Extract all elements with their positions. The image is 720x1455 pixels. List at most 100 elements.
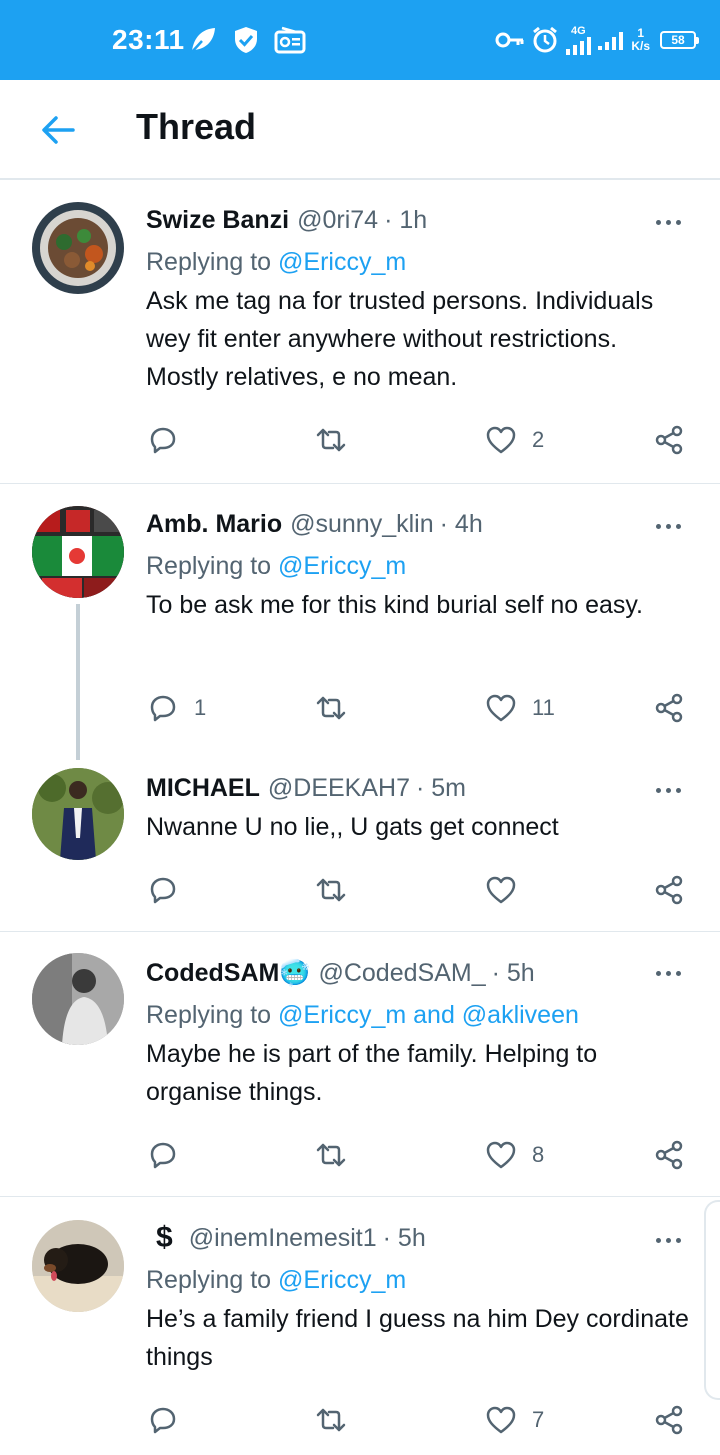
replying-to-label: Replying to: [146, 248, 272, 276]
retweet-button[interactable]: [314, 1135, 348, 1175]
author-handle[interactable]: @CodedSAM_: [318, 957, 485, 989]
author-name[interactable]: Amb. Mario: [146, 508, 282, 540]
share-button[interactable]: [652, 1135, 686, 1175]
scrollbar-handle[interactable]: [704, 1200, 720, 1400]
like-button[interactable]: 11: [484, 688, 555, 728]
vpn-key-icon: [495, 32, 524, 48]
share-icon: [655, 693, 683, 723]
replying-to-handle[interactable]: @Ericcy_m: [278, 1266, 406, 1294]
reply-count: 1: [194, 695, 207, 720]
share-button[interactable]: [652, 870, 686, 910]
like-icon: [486, 876, 516, 904]
shield-check-icon: [235, 27, 257, 53]
tweet-time: · 5h: [382, 1224, 426, 1252]
replying-to-handle[interactable]: @Ericcy_m: [278, 552, 406, 580]
reply-button[interactable]: 1: [146, 688, 206, 728]
like-button[interactable]: 7: [484, 1400, 544, 1440]
network-speed-unit: K/s: [631, 39, 650, 53]
status-bar: 23:11 4G 1 K/s 58: [0, 0, 720, 80]
tweet-time: · 4h: [439, 510, 483, 538]
retweet-button[interactable]: [314, 688, 348, 728]
like-count: 11: [532, 695, 555, 720]
share-button[interactable]: [652, 688, 686, 728]
avatar[interactable]: [32, 506, 124, 598]
reply-button[interactable]: [146, 870, 194, 910]
tweet-meta: CodedSAM 🥶 @CodedSAM_ · 5h: [146, 957, 690, 989]
tweet-actions: 2: [146, 420, 692, 460]
author-handle[interactable]: @inemInemesit1: [189, 1222, 377, 1254]
tweet[interactable]: CodedSAM 🥶 @CodedSAM_ · 5h Replying to @…: [0, 933, 720, 1197]
reply-icon: [150, 877, 176, 904]
tweet[interactable]: Swize Banzi @0ri74 · 1h Replying to @Eri…: [0, 182, 720, 484]
like-icon: [486, 426, 516, 454]
author-name[interactable]: CodedSAM: [146, 957, 279, 989]
like-icon: [486, 694, 516, 722]
replying-to: Replying to @Ericcy_m: [146, 1264, 690, 1296]
tweet-content: MICHAEL @DEEKAH7 · 5m Nwanne U no lie,, …: [146, 772, 690, 846]
avatar[interactable]: [32, 953, 124, 1045]
avatar[interactable]: [32, 202, 124, 294]
replying-to: Replying to @Ericcy_m: [146, 550, 690, 582]
retweet-button[interactable]: [314, 420, 348, 460]
like-button[interactable]: 8: [484, 1135, 544, 1175]
like-icon: [486, 1406, 516, 1434]
author-name[interactable]: $: [156, 1222, 173, 1254]
reply-button[interactable]: [146, 1135, 194, 1175]
replying-to: Replying to @Ericcy_m and @akliveen: [146, 999, 690, 1031]
retweet-icon: [316, 1143, 346, 1167]
network-speed: 1 K/s: [631, 27, 650, 53]
battery-level: 58: [671, 33, 685, 47]
signal-strength-icon: [566, 36, 592, 55]
replying-to-label: Replying to: [146, 1001, 272, 1029]
tweet-actions: 8: [146, 1135, 692, 1175]
tweet-meta: MICHAEL @DEEKAH7 · 5m: [146, 772, 690, 804]
replying-to-label: Replying to: [146, 1266, 272, 1294]
retweet-button[interactable]: [314, 870, 348, 910]
tweet-content: $ @inemInemesit1 · 5h Replying to @Ericc…: [146, 1222, 690, 1376]
reply-button[interactable]: [146, 420, 194, 460]
like-button[interactable]: 2: [484, 420, 544, 460]
tweet-time: · 5m: [415, 774, 466, 802]
author-handle[interactable]: @0ri74: [297, 204, 378, 236]
retweet-icon: [316, 696, 346, 720]
retweet-icon: [316, 1408, 346, 1432]
tweet[interactable]: MICHAEL @DEEKAH7 · 5m Nwanne U no lie,, …: [0, 752, 720, 932]
signal-strength-2-icon: [598, 32, 624, 50]
replying-to-handle[interactable]: @Ericcy_m: [278, 248, 406, 276]
author-emoji: 🥶: [279, 959, 311, 987]
avatar[interactable]: [32, 768, 124, 860]
notification-leaf-icon: [190, 28, 215, 54]
nigeria-flag-collage-image: [32, 506, 124, 598]
author-name[interactable]: Swize Banzi: [146, 204, 289, 236]
alarm-icon: [533, 26, 558, 53]
tweet[interactable]: Amb. Mario @sunny_klin · 4h Replying to …: [0, 486, 720, 752]
tweet-meta: Swize Banzi @0ri74 · 1h: [146, 204, 690, 236]
avatar[interactable]: [32, 1220, 124, 1312]
thread-header: Thread: [0, 80, 720, 180]
tweet-meta: Amb. Mario @sunny_klin · 4h: [146, 508, 690, 540]
back-button[interactable]: [36, 108, 80, 152]
tweet[interactable]: $ @inemInemesit1 · 5h Replying to @Ericc…: [0, 1198, 720, 1455]
grayscale-portrait-image: [32, 953, 124, 1045]
like-button[interactable]: [484, 870, 532, 910]
share-button[interactable]: [652, 420, 686, 460]
tweet-actions: 7: [146, 1400, 692, 1440]
author-name[interactable]: MICHAEL: [146, 772, 260, 804]
network-type: 4G: [570, 24, 586, 37]
author-handle[interactable]: @DEEKAH7: [268, 772, 410, 804]
replying-to-handle[interactable]: @Ericcy_m and @akliveen: [278, 1001, 579, 1029]
back-arrow-icon: [42, 116, 75, 144]
share-button[interactable]: [652, 1400, 686, 1440]
reply-button[interactable]: [146, 1400, 194, 1440]
tweet-content: Amb. Mario @sunny_klin · 4h Replying to …: [146, 508, 690, 624]
retweet-button[interactable]: [314, 1400, 348, 1440]
author-handle[interactable]: @sunny_klin: [290, 508, 434, 540]
tweet-actions: [146, 870, 692, 910]
tweet-text: He’s a family friend I guess na him Dey …: [146, 1305, 689, 1371]
retweet-icon: [316, 878, 346, 902]
reply-icon: [150, 695, 176, 722]
radio-icon: [274, 26, 306, 54]
tweet-content: CodedSAM 🥶 @CodedSAM_ · 5h Replying to @…: [146, 957, 690, 1111]
share-icon: [655, 875, 683, 905]
reply-icon: [150, 427, 176, 454]
